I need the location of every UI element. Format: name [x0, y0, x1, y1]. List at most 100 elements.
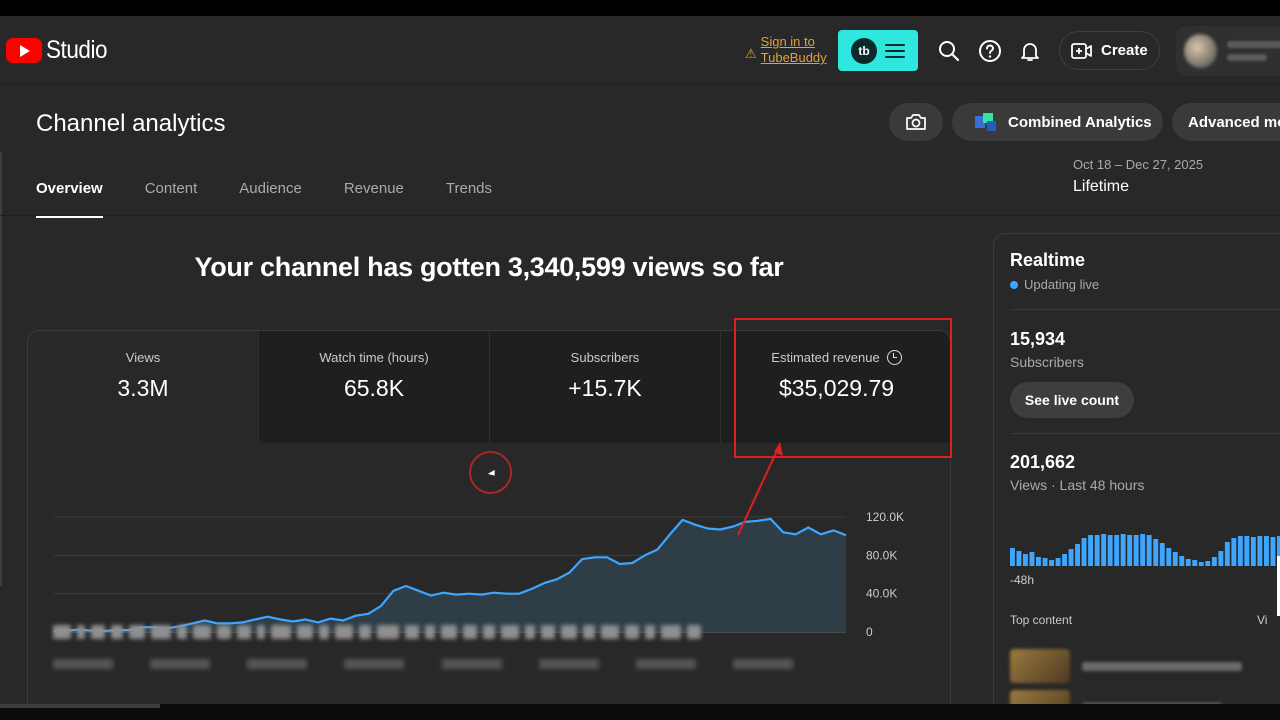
views-column-label: Vi — [1257, 613, 1268, 627]
advanced-mode-button[interactable]: Advanced mode — [1172, 103, 1280, 141]
warning-icon: ⚠ — [745, 46, 757, 61]
search-icon[interactable] — [937, 39, 961, 63]
realtime-views-value: 201,662 — [1010, 452, 1076, 472]
x-axis-labels-blurred — [53, 625, 853, 685]
realtime-subscribers-label: Subscribers — [1010, 354, 1084, 370]
create-label: Create — [1101, 42, 1148, 59]
realtime-bar — [1146, 535, 1152, 566]
realtime-bar — [1049, 560, 1054, 566]
realtime-bar — [1153, 539, 1159, 566]
realtime-bar — [1016, 551, 1022, 566]
tubebuddy-tbx-icon — [975, 113, 996, 131]
y-tick-label: 0 — [866, 625, 873, 639]
realtime-bar — [1120, 534, 1126, 566]
realtime-bar — [1237, 536, 1243, 566]
annotation-arrow-icon — [737, 442, 783, 536]
realtime-bar — [1159, 543, 1165, 566]
tab-audience[interactable]: Audience — [239, 180, 302, 216]
realtime-bar — [1205, 561, 1211, 566]
page-title: Channel analytics — [36, 110, 226, 137]
cursor-click-indicator — [469, 451, 512, 494]
bottom-bar — [0, 704, 1280, 720]
live-dot-icon — [1010, 280, 1018, 289]
realtime-status: Updating live — [1010, 277, 1099, 292]
snapshot-button[interactable] — [889, 103, 943, 141]
realtime-bar — [1192, 560, 1198, 566]
views-headline: Your channel has gotten 3,340,599 views … — [194, 252, 784, 282]
realtime-bar — [1062, 554, 1067, 566]
realtime-bar — [1264, 536, 1269, 566]
date-range-text[interactable]: Oct 18 – Dec 27, 2025 — [1073, 157, 1203, 172]
realtime-bar — [1198, 562, 1204, 566]
realtime-bar — [1068, 549, 1074, 566]
studio-logo[interactable]: Studio — [6, 36, 114, 65]
realtime-bar — [1250, 537, 1256, 566]
video-add-icon — [1071, 42, 1092, 59]
horizontal-scrollbar[interactable] — [0, 704, 160, 708]
advanced-mode-label: Advanced mode — [1188, 113, 1280, 131]
bell-icon[interactable] — [1018, 39, 1042, 63]
realtime-bar — [1179, 556, 1185, 566]
tubebuddy-signin-text: Sign in to TubeBuddy — [760, 34, 827, 65]
realtime-bar — [1127, 535, 1133, 566]
tubebuddy-logo-icon: tb — [851, 37, 877, 64]
y-tick-label: 80.0K — [866, 548, 897, 562]
top-content-item[interactable] — [1010, 689, 1280, 704]
realtime-bar — [1101, 534, 1107, 566]
divider — [1010, 309, 1280, 310]
realtime-bar — [1010, 548, 1015, 566]
realtime-bar — [1042, 558, 1048, 566]
realtime-bar — [1094, 535, 1100, 566]
realtime-views-label: Views · Last 48 hours — [1010, 477, 1145, 493]
tab-overview[interactable]: Overview — [36, 180, 103, 218]
realtime-bar — [1133, 535, 1139, 566]
top-content-label: Top content — [1010, 613, 1073, 627]
account-switcher[interactable] — [1176, 26, 1280, 76]
realtime-bar — [1140, 534, 1146, 566]
camera-icon — [906, 114, 926, 130]
realtime-bar — [1224, 542, 1230, 566]
avatar — [1184, 34, 1218, 68]
realtime-bar — [1211, 557, 1217, 566]
combined-analytics-button[interactable]: Combined Analytics — [952, 103, 1163, 141]
realtime-bar — [1185, 559, 1191, 566]
tab-revenue[interactable]: Revenue — [344, 180, 404, 216]
analytics-tabs: Overview Content Audience Revenue Trends — [36, 180, 534, 218]
see-live-count-button[interactable]: See live count — [1010, 382, 1134, 418]
realtime-status-text: Updating live — [1024, 277, 1100, 292]
tabs-divider — [0, 215, 1280, 216]
date-range-selector[interactable]: Lifetime — [1073, 178, 1129, 196]
realtime-views-bars[interactable] — [1010, 516, 1280, 566]
realtime-bar — [1270, 537, 1276, 566]
realtime-bar — [1218, 551, 1224, 566]
tab-trends[interactable]: Trends — [446, 180, 492, 216]
realtime-bar — [1231, 538, 1237, 566]
hamburger-menu-icon — [885, 43, 905, 58]
realtime-bar — [1029, 552, 1035, 566]
views-area — [54, 518, 846, 632]
tubebuddy-menu-button[interactable]: tb — [838, 30, 918, 71]
realtime-bar — [1023, 554, 1028, 566]
realtime-card: Realtime Updating live 15,934 Subscriber… — [993, 233, 1280, 704]
studio-window: Studio ⚠ Sign in to TubeBuddy tb Create … — [0, 16, 1280, 704]
create-button[interactable]: Create — [1059, 31, 1160, 70]
tab-content[interactable]: Content — [145, 180, 198, 216]
y-tick-label: 120.0K — [866, 510, 904, 524]
divider — [1010, 433, 1280, 434]
y-tick-label: 40.0K — [866, 587, 897, 601]
realtime-bar — [1244, 536, 1250, 566]
realtime-title: Realtime — [1010, 250, 1086, 270]
realtime-bar — [1172, 552, 1178, 566]
sidebar-edge — [0, 152, 2, 586]
realtime-bar — [1114, 535, 1120, 566]
tubebuddy-signin-link[interactable]: ⚠ Sign in to TubeBuddy — [745, 34, 831, 66]
help-icon[interactable] — [978, 39, 1002, 63]
realtime-bar — [1088, 535, 1093, 566]
realtime-subscribers-value: 15,934 — [1010, 329, 1066, 349]
realtime-bar — [1036, 557, 1041, 566]
realtime-bar — [1075, 544, 1080, 566]
studio-wordmark: Studio — [46, 36, 108, 64]
realtime-bar — [1055, 558, 1061, 566]
realtime-bar — [1081, 538, 1087, 566]
top-content-item[interactable] — [1010, 648, 1280, 684]
